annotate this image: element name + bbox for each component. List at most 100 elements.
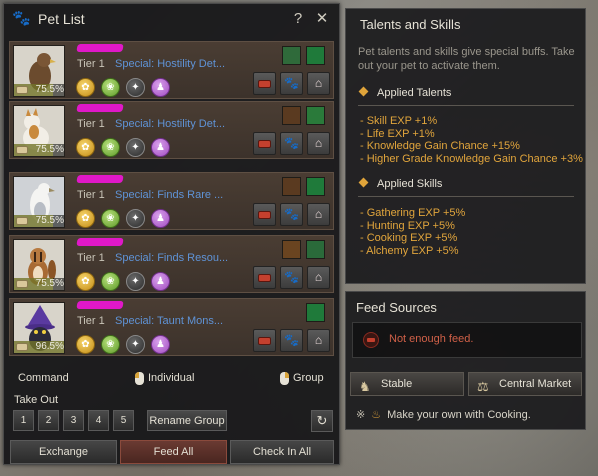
compass-trait-icon: ✦ bbox=[126, 78, 145, 97]
person-trait-icon: ♟ bbox=[151, 78, 170, 97]
feed-button[interactable] bbox=[253, 72, 276, 95]
person-trait-icon: ♟ bbox=[151, 209, 170, 228]
pet-tier: Tier 1 bbox=[77, 315, 105, 327]
cooking-note-text: Make your own with Cooking. bbox=[387, 409, 531, 421]
pet-portrait[interactable]: 75.5% bbox=[13, 239, 65, 291]
pet-special: Special: Finds Resou... bbox=[115, 252, 229, 264]
hunger-trait-icon: ✿ bbox=[76, 78, 95, 97]
compass-trait-icon: ✦ bbox=[126, 335, 145, 354]
central-market-button[interactable]: ⚖ Central Market bbox=[468, 372, 582, 396]
scales-icon: ⚖ bbox=[477, 379, 489, 394]
check-in-all-button[interactable]: Check In All bbox=[230, 440, 334, 464]
central-market-label: Central Market bbox=[499, 378, 572, 390]
compass-trait-icon: ✦ bbox=[126, 272, 145, 291]
leaf-trait-icon: ❀ bbox=[101, 335, 120, 354]
pet-name-redacted bbox=[76, 175, 124, 183]
list-item: - Cooking EXP +5% bbox=[360, 232, 458, 244]
check-in-button[interactable]: ⌂ bbox=[307, 132, 330, 155]
feed-icon bbox=[16, 343, 28, 351]
list-item: - Higher Grade Knowledge Gain Chance +3% bbox=[360, 152, 583, 165]
diamond-bullet-icon bbox=[358, 86, 369, 97]
feed-button[interactable] bbox=[253, 203, 276, 226]
feed-button[interactable] bbox=[253, 266, 276, 289]
pet-special: Special: Hostility Det... bbox=[115, 58, 226, 70]
leaf-trait-icon: ❀ bbox=[101, 272, 120, 291]
talents-description: Pet talents and skills give special buff… bbox=[358, 46, 575, 72]
pet-special: Special: Hostility Det... bbox=[115, 118, 226, 130]
cooking-note: ※ ♨ Make your own with Cooking. bbox=[356, 408, 531, 421]
talents-title: Talents and Skills bbox=[360, 17, 461, 32]
pet-name-redacted bbox=[76, 104, 124, 112]
pet-card[interactable]: 75.5% Tier 1 Special: Finds Rare ... ✿ ❀ ✦ ♟ 🐾 ⌂ bbox=[9, 172, 334, 230]
divider bbox=[358, 196, 574, 197]
check-in-button[interactable]: ⌂ bbox=[307, 266, 330, 289]
help-button[interactable]: ? bbox=[289, 10, 307, 28]
cooking-pot-icon: ♨ bbox=[371, 409, 382, 421]
pet-list-window: 🐾 Pet List ? ✕ 75.5% Tier 1 Special: Hosti… bbox=[3, 3, 340, 465]
compass-trait-icon: ✦ bbox=[126, 138, 145, 157]
take-out-slot-4[interactable]: 4 bbox=[88, 410, 109, 431]
take-out-slot-3[interactable]: 3 bbox=[63, 410, 84, 431]
take-out-slot-1[interactable]: 1 bbox=[13, 410, 34, 431]
pet-portrait[interactable]: 75.5% bbox=[13, 45, 65, 97]
list-item: - Hunting EXP +5% bbox=[360, 219, 455, 232]
skill-icon bbox=[306, 303, 325, 322]
take-out-slot-2[interactable]: 2 bbox=[38, 410, 59, 431]
pet-special: Special: Finds Rare ... bbox=[115, 189, 224, 201]
feed-all-button[interactable]: Feed All bbox=[120, 440, 227, 464]
pet-name-redacted bbox=[76, 44, 124, 52]
right-mouse-icon bbox=[280, 372, 289, 385]
pet-portrait[interactable]: 75.5% bbox=[13, 176, 65, 228]
pet-card[interactable]: 96.5% Tier 1 Special: Taunt Mons... ✿ ❀ ✦ ♟ 🐾 ⌂ bbox=[9, 298, 334, 356]
feed-button[interactable] bbox=[253, 132, 276, 155]
stable-button[interactable]: ♞ Stable bbox=[350, 372, 464, 396]
stable-label: Stable bbox=[381, 378, 413, 390]
paw-command-button[interactable]: 🐾 bbox=[280, 329, 303, 352]
person-trait-icon: ♟ bbox=[151, 138, 170, 157]
feed-icon bbox=[16, 280, 28, 288]
paw-command-button[interactable]: 🐾 bbox=[280, 203, 303, 226]
feed-warning-icon bbox=[363, 332, 379, 348]
person-trait-icon: ♟ bbox=[151, 272, 170, 291]
feed-button[interactable] bbox=[253, 329, 276, 352]
leaf-trait-icon: ❀ bbox=[101, 78, 120, 97]
skill-icon bbox=[306, 177, 325, 196]
skill-icon bbox=[282, 46, 301, 65]
pet-portrait[interactable]: 75.5% bbox=[13, 105, 65, 157]
hunger-trait-icon: ✿ bbox=[76, 209, 95, 228]
hunger-percent: 75.5% bbox=[35, 84, 64, 95]
paw-command-button[interactable]: 🐾 bbox=[280, 132, 303, 155]
exchange-button[interactable]: Exchange bbox=[10, 440, 117, 464]
applied-skills-label: Applied Skills bbox=[377, 178, 443, 190]
take-out-slot-5[interactable]: 5 bbox=[113, 410, 134, 431]
pet-portrait[interactable]: 96.5% bbox=[13, 302, 65, 354]
check-in-button[interactable]: ⌂ bbox=[307, 203, 330, 226]
skill-icon bbox=[282, 177, 301, 196]
list-item: - Knowledge Gain Chance +15% bbox=[360, 140, 520, 152]
pet-list-titlebar[interactable]: 🐾 Pet List ? ✕ bbox=[4, 4, 339, 34]
feed-status-box: Not enough feed. bbox=[352, 322, 582, 358]
check-in-button[interactable]: ⌂ bbox=[307, 329, 330, 352]
group-label: Group bbox=[293, 372, 324, 384]
pet-hunger-bar: 96.5% bbox=[14, 341, 64, 353]
paw-command-button[interactable]: 🐾 bbox=[280, 72, 303, 95]
pet-card[interactable]: 75.5% Tier 1 Special: Finds Resou... ✿ ❀ ✦ ♟ 🐾 ⌂ bbox=[9, 235, 334, 293]
skill-icon bbox=[282, 240, 301, 259]
hunger-percent: 75.5% bbox=[35, 215, 64, 226]
feed-icon bbox=[258, 80, 271, 88]
feed-icon bbox=[258, 274, 271, 282]
check-in-button[interactable]: ⌂ bbox=[307, 72, 330, 95]
pet-card[interactable]: 75.5% Tier 1 Special: Hostility Det... ✿ ❀ ✦ ♟… bbox=[9, 101, 334, 159]
rename-group-button[interactable]: Rename Group bbox=[147, 410, 227, 431]
paw-command-button[interactable]: 🐾 bbox=[280, 266, 303, 289]
pet-tier: Tier 1 bbox=[77, 58, 105, 70]
window-title: Pet List bbox=[38, 11, 85, 27]
close-button[interactable]: ✕ bbox=[313, 10, 331, 28]
refresh-button[interactable]: ↻ bbox=[311, 410, 333, 432]
hunger-trait-icon: ✿ bbox=[76, 272, 95, 291]
person-trait-icon: ♟ bbox=[151, 335, 170, 354]
applied-skills-heading: Applied Skills bbox=[358, 177, 443, 190]
pet-card[interactable]: 75.5% Tier 1 Special: Hostility Det... ✿ ❀ ✦ ♟… bbox=[9, 41, 334, 99]
feed-icon bbox=[16, 217, 28, 225]
feed-icon bbox=[258, 140, 271, 148]
